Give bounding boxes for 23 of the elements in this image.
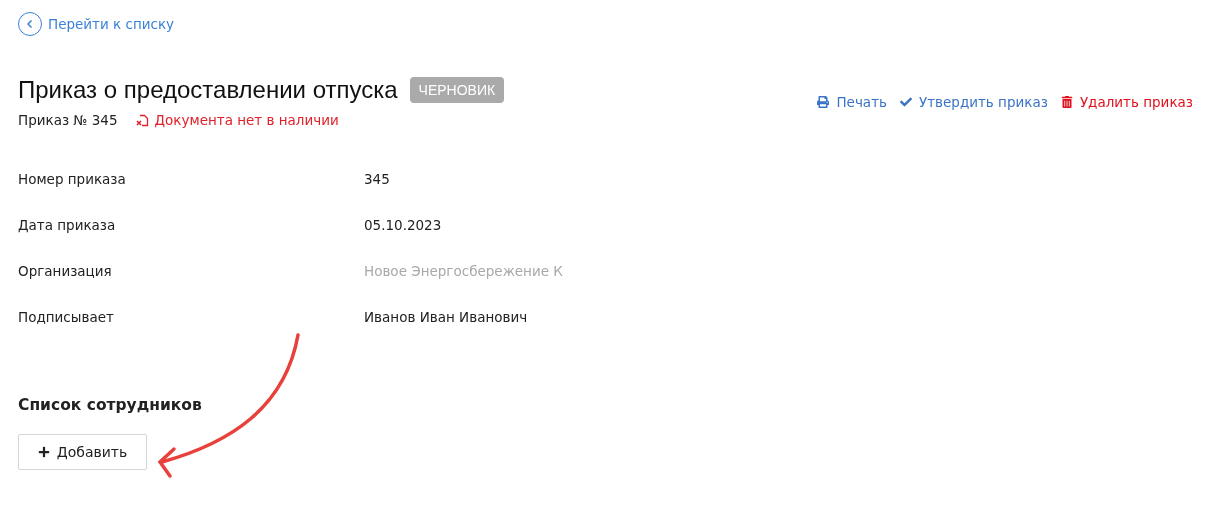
plus-icon — [37, 446, 50, 458]
field-value: Иванов Иван Иванович — [364, 309, 529, 325]
section-title: Список сотрудников — [18, 396, 203, 414]
order-number: Приказ № 345 — [18, 112, 118, 128]
print-link[interactable]: Печать — [817, 94, 887, 110]
document-notice: Документа нет в наличии — [154, 112, 339, 128]
delete-link[interactable]: Удалить приказ — [1060, 94, 1193, 110]
field-value: 05.10.2023 — [364, 217, 443, 233]
status-badge: ЧЕРНОВИК — [409, 77, 505, 103]
approve-link[interactable]: Утвердить приказ — [899, 94, 1048, 110]
field-label: Номер приказа — [18, 171, 127, 187]
trash-icon — [1060, 96, 1073, 108]
checkmark-icon — [899, 96, 912, 108]
back-link[interactable]: Перейти к списку — [18, 12, 175, 36]
field-label: Дата приказа — [18, 217, 117, 233]
add-button[interactable]: Добавить — [18, 434, 147, 470]
page-title: Приказ о предоставлении отпуска — [18, 76, 398, 104]
field-value: 345 — [364, 171, 391, 187]
field-value: Новое Энергосбережение К — [364, 263, 564, 279]
document-missing-icon — [135, 113, 149, 127]
printer-icon — [817, 96, 830, 108]
field-label: Подписывает — [18, 309, 115, 325]
field-label: Организация — [18, 263, 113, 279]
